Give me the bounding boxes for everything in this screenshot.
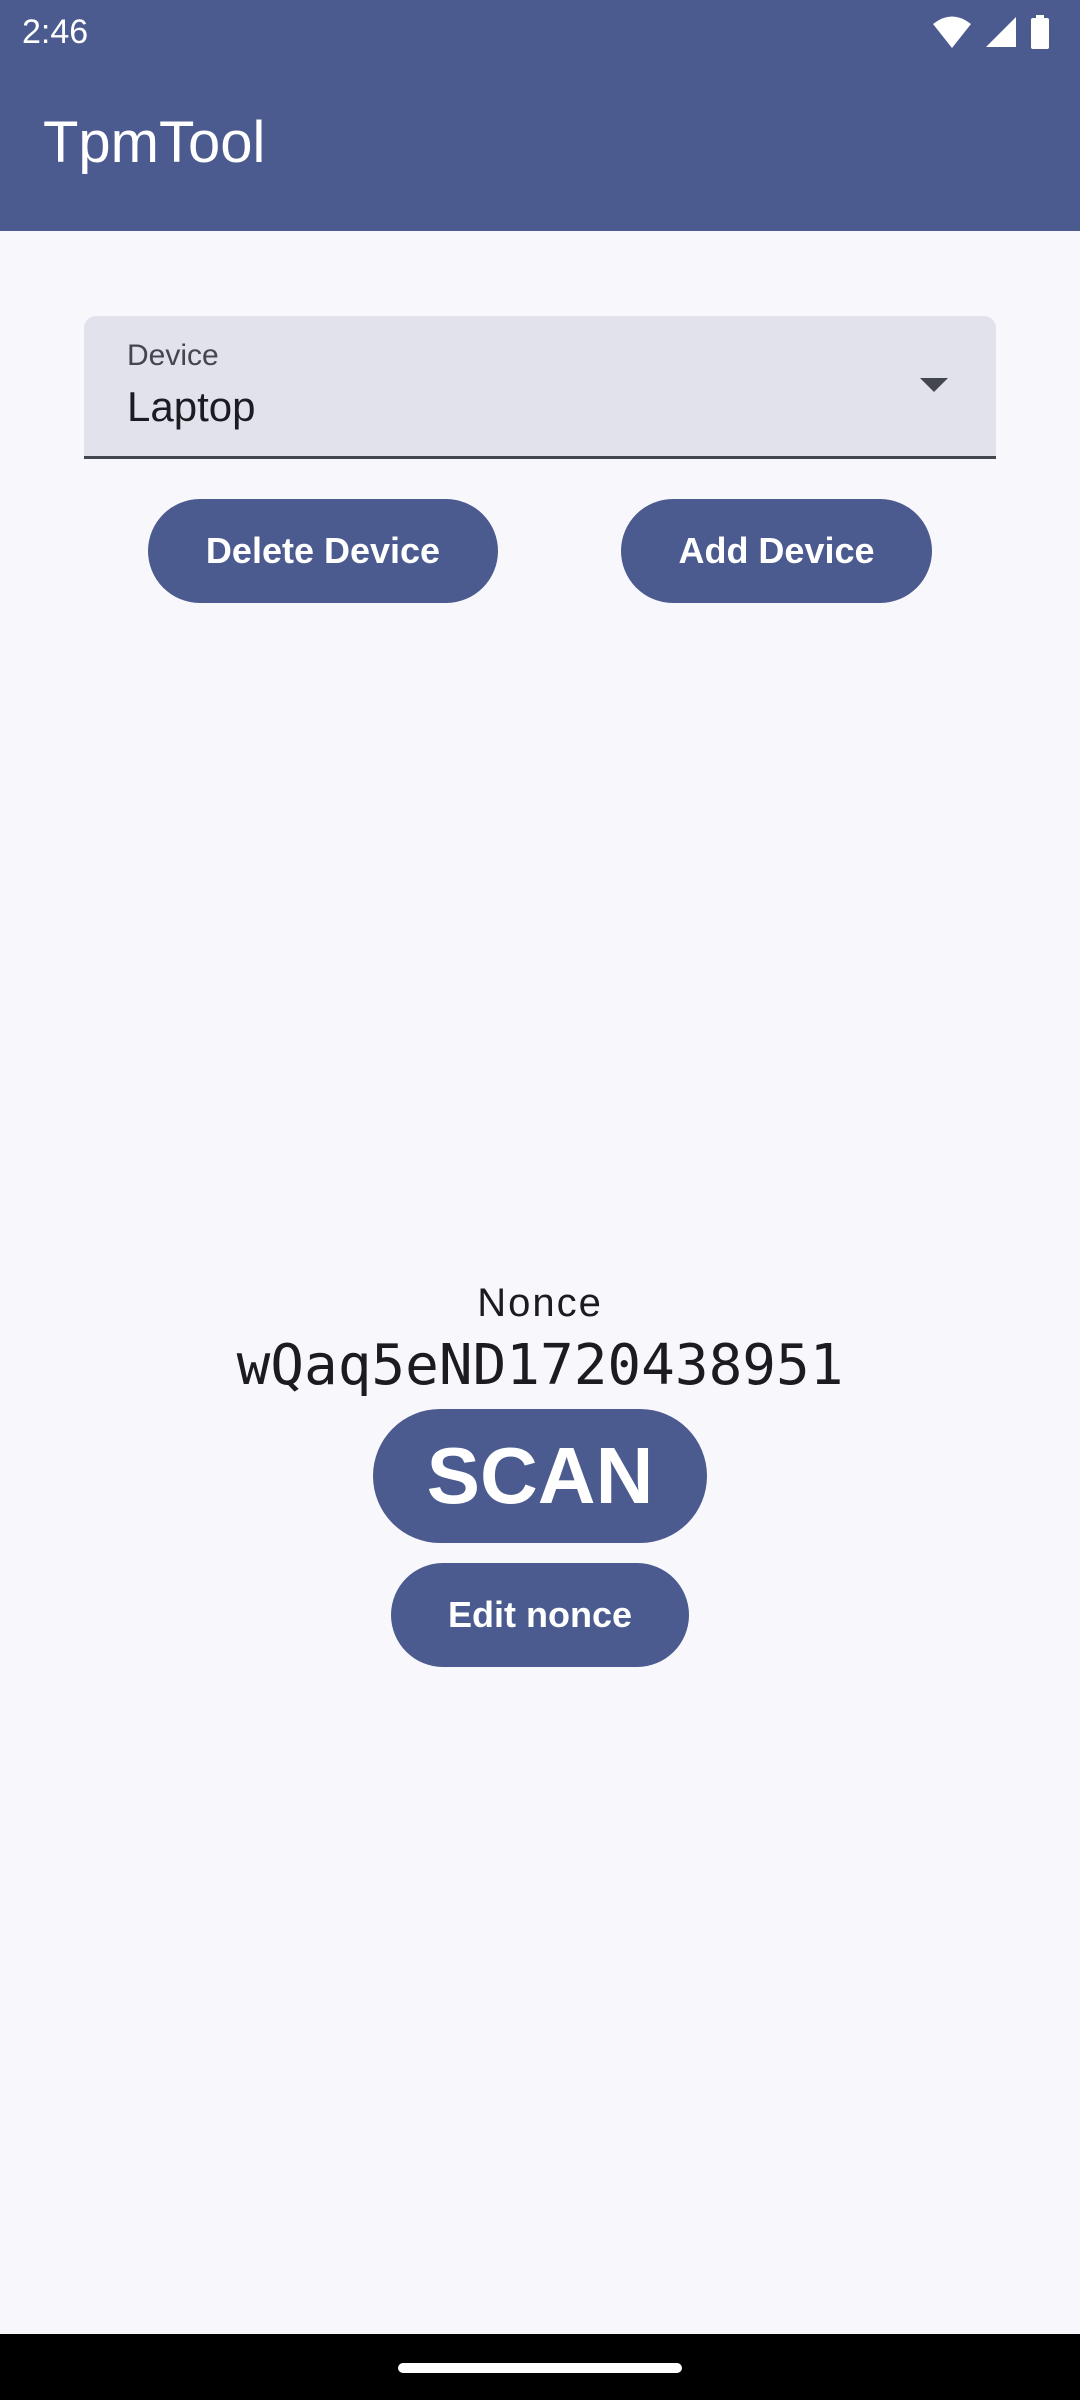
device-dropdown-value: Laptop xyxy=(127,383,256,430)
navigation-bar xyxy=(0,2334,1080,2400)
nonce-value: wQaq5eND1720438951 xyxy=(236,1333,844,1398)
device-dropdown[interactable]: Device Laptop xyxy=(84,316,996,459)
edit-nonce-button[interactable]: Edit nonce xyxy=(391,1563,689,1667)
battery-icon xyxy=(1031,15,1049,49)
screen: 2:46 TpmTool Device Laptop Delete Device… xyxy=(0,0,1080,2400)
scan-button[interactable]: SCAN xyxy=(373,1409,707,1543)
app-bar: TpmTool xyxy=(0,62,1080,231)
app-title: TpmTool xyxy=(43,110,266,175)
device-dropdown-label: Device xyxy=(127,339,219,372)
delete-device-button[interactable]: Delete Device xyxy=(148,499,498,603)
dropdown-arrow-icon[interactable] xyxy=(920,378,948,392)
status-bar: 2:46 xyxy=(0,0,1080,62)
wifi-icon xyxy=(933,16,971,48)
home-gesture-handle[interactable] xyxy=(398,2363,682,2373)
status-icons xyxy=(932,12,1050,52)
nonce-label: Nonce xyxy=(477,1281,603,1325)
signal-icon xyxy=(986,17,1016,47)
add-device-button[interactable]: Add Device xyxy=(621,499,932,603)
status-time: 2:46 xyxy=(22,13,89,51)
